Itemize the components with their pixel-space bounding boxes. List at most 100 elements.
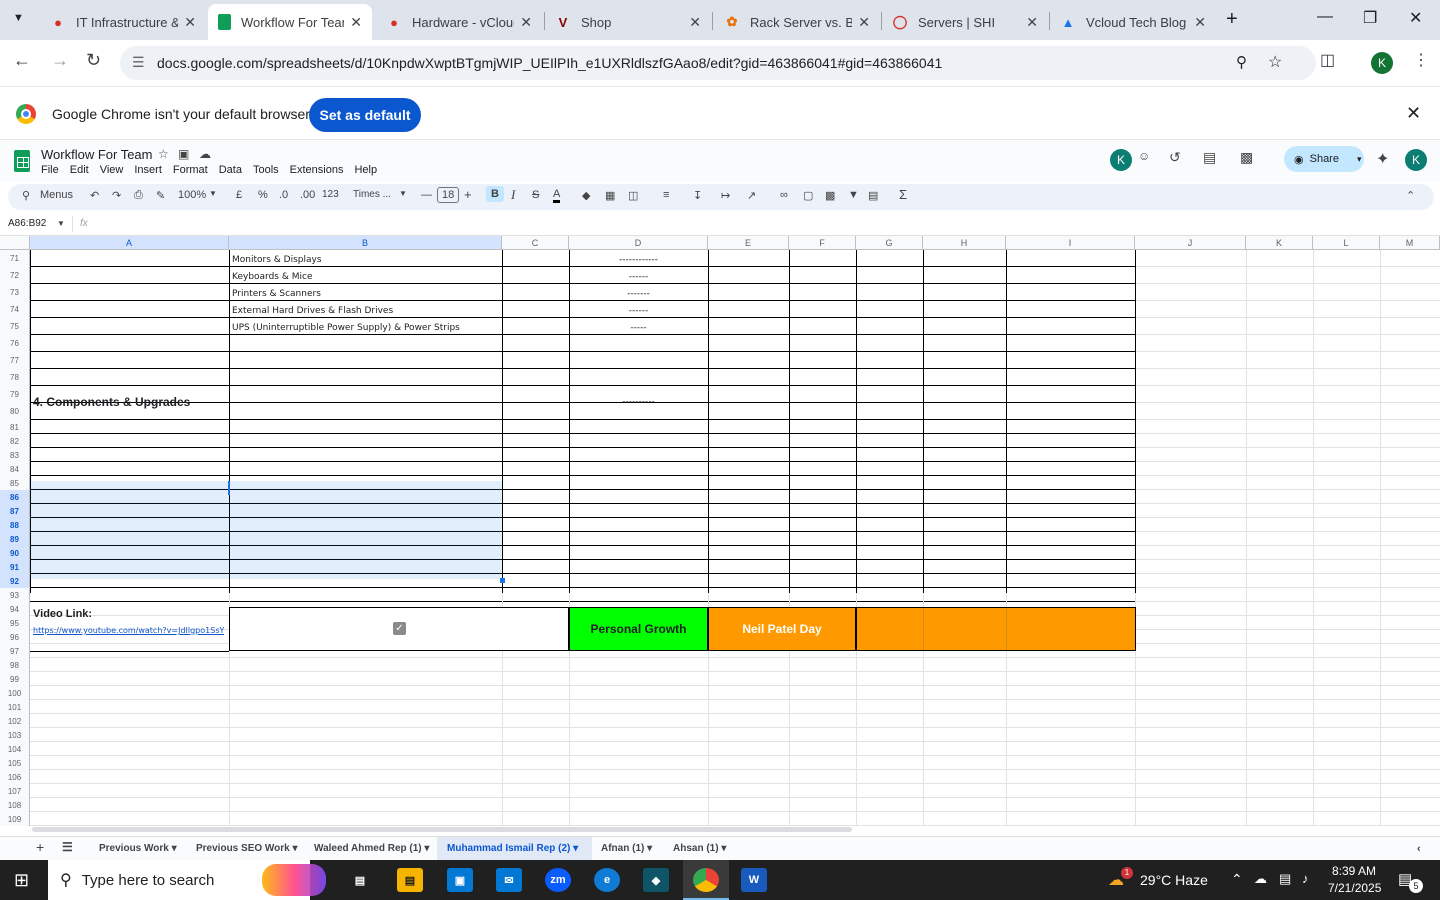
windows-start-icon[interactable]: ⊞: [14, 870, 29, 891]
row-header[interactable]: 99: [0, 672, 30, 686]
column-header-e[interactable]: E: [708, 236, 789, 250]
chrome-menu-icon[interactable]: ⋮: [1413, 50, 1429, 70]
column-header-i[interactable]: I: [1006, 236, 1135, 250]
back-arrow-icon[interactable]: ←: [13, 50, 31, 71]
chrome-taskbar-icon[interactable]: [693, 868, 719, 892]
star-icon[interactable]: ☆: [158, 147, 177, 161]
row-header[interactable]: 106: [0, 770, 30, 784]
cell-b71[interactable]: Monitors & Displays: [232, 255, 322, 265]
forward-arrow-icon[interactable]: →: [51, 50, 69, 71]
row-header[interactable]: 75: [0, 318, 30, 335]
row-header[interactable]: 108: [0, 798, 30, 812]
fill-handle[interactable]: [500, 578, 505, 583]
cell-d72[interactable]: ------: [569, 272, 708, 282]
row-header[interactable]: 100: [0, 686, 30, 700]
clock-time[interactable]: 8:39 AM: [1332, 864, 1376, 878]
new-tab-icon[interactable]: +: [1226, 8, 1238, 31]
cell-b74[interactable]: External Hard Drives & Flash Drives: [232, 306, 393, 316]
all-sheets-icon[interactable]: ☰: [62, 840, 73, 854]
browser-tab-workflow[interactable]: Workflow For Tean ✕: [208, 4, 372, 40]
increase-decimal-button[interactable]: .00: [300, 189, 315, 201]
italic-button[interactable]: I: [511, 187, 515, 203]
weather-text[interactable]: 29°C Haze: [1140, 872, 1208, 888]
font-size-input[interactable]: 18: [437, 187, 460, 203]
row-header[interactable]: 73: [0, 284, 30, 301]
horizontal-scrollbar[interactable]: [32, 827, 852, 832]
row-header[interactable]: 90: [0, 546, 30, 560]
cell-d71[interactable]: ------------: [569, 255, 708, 265]
cell-b72[interactable]: Keyboards & Mice: [232, 272, 313, 282]
row-header[interactable]: 84: [0, 462, 30, 476]
minimize-icon[interactable]: —: [1317, 8, 1333, 26]
redo-icon[interactable]: ↷: [112, 189, 121, 202]
sheet-tab-previous-seo[interactable]: Previous SEO Work ▾: [196, 843, 298, 854]
undo-icon[interactable]: ↶: [90, 189, 99, 202]
paint-format-icon[interactable]: ✎: [156, 189, 165, 202]
cell-d74[interactable]: ------: [569, 306, 708, 316]
bold-button[interactable]: B: [486, 186, 504, 202]
row-header[interactable]: 79: [0, 386, 30, 403]
search-highlight-icon[interactable]: [262, 864, 326, 896]
row-header[interactable]: 109: [0, 812, 30, 826]
display-icon[interactable]: ▤: [1279, 871, 1291, 887]
column-header-k[interactable]: K: [1246, 236, 1313, 250]
move-folder-icon[interactable]: ▣: [178, 147, 197, 161]
cell-d80[interactable]: ----------: [569, 397, 708, 407]
text-color-button[interactable]: A: [553, 189, 561, 203]
explore-chevron-icon[interactable]: ‹: [1417, 843, 1421, 855]
text-rotation-icon[interactable]: ↗: [747, 189, 756, 202]
collaborator-icon[interactable]: ☺: [1138, 149, 1150, 163]
row-header[interactable]: 72: [0, 267, 30, 284]
filter-icon[interactable]: ▼: [848, 189, 859, 201]
row-header[interactable]: 105: [0, 756, 30, 770]
vertical-align-icon[interactable]: ↧: [693, 189, 702, 202]
menus-search[interactable]: Menus: [40, 189, 73, 201]
version-history-icon[interactable]: ↺: [1169, 149, 1181, 166]
file-explorer-icon[interactable]: ▤: [397, 868, 423, 892]
insert-comment-icon[interactable]: ▢: [803, 189, 813, 202]
row-header[interactable]: 77: [0, 352, 30, 369]
row-header[interactable]: 85: [0, 476, 30, 490]
menu-insert[interactable]: Insert: [134, 164, 162, 176]
menu-file[interactable]: File: [41, 164, 59, 176]
sheet-tab-waleed[interactable]: Waleed Ahmed Rep (1) ▾: [314, 843, 429, 854]
menu-data[interactable]: Data: [219, 164, 242, 176]
column-header-g[interactable]: G: [856, 236, 923, 250]
close-icon[interactable]: ✕: [858, 14, 870, 31]
column-header-j[interactable]: J: [1135, 236, 1246, 250]
checkbox-checked-icon[interactable]: ✓: [393, 622, 406, 635]
currency-format-button[interactable]: £: [236, 189, 242, 201]
row-header[interactable]: 89: [0, 532, 30, 546]
row-header[interactable]: 87: [0, 504, 30, 518]
browser-tab-hardware[interactable]: ● Hardware - vCloud ✕: [376, 4, 542, 40]
share-button[interactable]: ◉ Share ▾: [1284, 146, 1364, 172]
menu-edit[interactable]: Edit: [70, 164, 89, 176]
column-header-b[interactable]: B: [229, 236, 502, 250]
print-icon[interactable]: ⎙: [134, 189, 143, 202]
edge-icon[interactable]: e: [594, 868, 620, 892]
app-icon[interactable]: ◆: [643, 868, 669, 892]
percent-format-button[interactable]: %: [258, 189, 268, 201]
row-header[interactable]: 82: [0, 434, 30, 448]
meet-icon[interactable]: ▩: [1240, 149, 1253, 166]
insert-chart-icon[interactable]: ▩: [825, 189, 835, 202]
row-header[interactable]: 95: [0, 616, 30, 630]
gemini-icon[interactable]: ✦: [1376, 149, 1389, 169]
sheet-tab-previous-work[interactable]: Previous Work ▾: [99, 843, 177, 854]
row-header[interactable]: 97: [0, 644, 30, 658]
column-header-f[interactable]: F: [789, 236, 856, 250]
column-header-c[interactable]: C: [502, 236, 569, 250]
text-wrap-icon[interactable]: ↦: [721, 189, 730, 202]
column-header-d[interactable]: D: [569, 236, 708, 250]
insert-link-icon[interactable]: ∞: [780, 189, 788, 201]
close-icon[interactable]: ✕: [1026, 14, 1038, 31]
close-icon[interactable]: ✕: [184, 14, 196, 31]
extensions-icon[interactable]: ◫: [1320, 50, 1335, 70]
cell-g95-orange[interactable]: [856, 607, 1136, 651]
add-sheet-icon[interactable]: +: [36, 839, 44, 855]
zoom-icon[interactable]: ⚲: [1236, 53, 1247, 71]
cell-a80[interactable]: 4. Components & Upgrades: [33, 395, 190, 409]
decrease-font-icon[interactable]: —: [421, 189, 432, 201]
row-header[interactable]: 96: [0, 630, 30, 644]
cell-a95[interactable]: Video Link:: [33, 608, 92, 620]
